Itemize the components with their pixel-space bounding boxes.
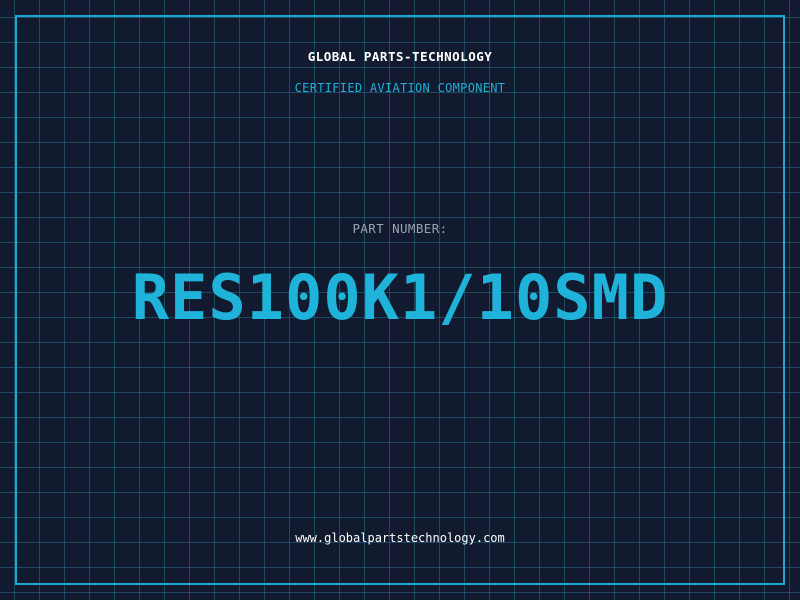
- part-number-label: PART NUMBER:: [352, 221, 448, 236]
- brand-title: GLOBAL PARTS-TECHNOLOGY: [307, 49, 493, 64]
- part-card: GLOBAL PARTS-TECHNOLOGY CERTIFIED AVIATI…: [0, 0, 800, 600]
- part-number-value: RES100K1/10SMD: [131, 261, 669, 334]
- website-url: www.globalpartstechnology.com: [295, 531, 505, 545]
- brand-subtitle: CERTIFIED AVIATION COMPONENT: [294, 81, 506, 95]
